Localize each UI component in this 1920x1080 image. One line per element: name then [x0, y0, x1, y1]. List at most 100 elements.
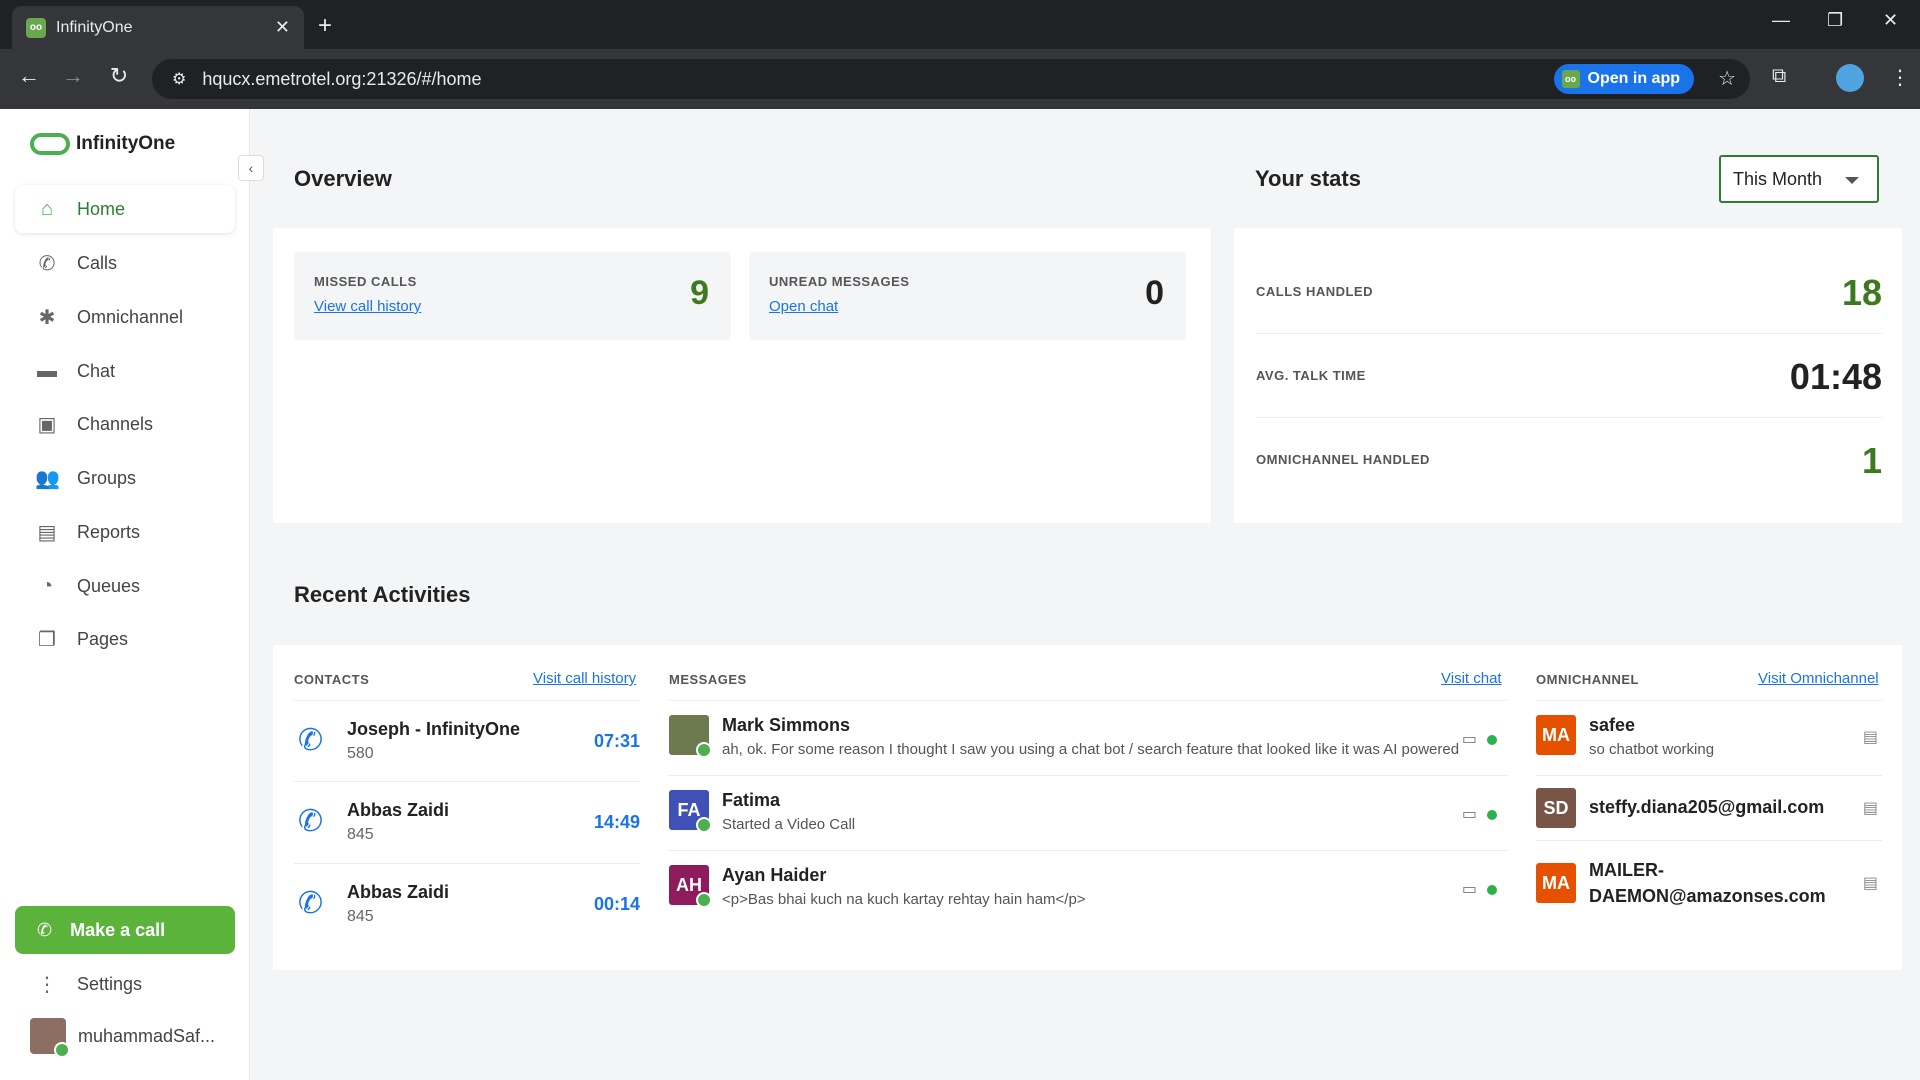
- extensions-icon[interactable]: ⧉: [1772, 65, 1786, 88]
- sidebar-item-reports[interactable]: ▤ Reports: [15, 508, 235, 556]
- reports-icon: ▤: [37, 521, 57, 544]
- profile-avatar[interactable]: [1836, 64, 1864, 92]
- omnichannel-name: MAILER-DAEMON@amazonses.com: [1589, 860, 1826, 906]
- open-chat-link[interactable]: Open chat: [769, 298, 838, 315]
- stat-row-calls-handled: CALLS HANDLED 18: [1256, 250, 1882, 334]
- new-tab-button[interactable]: +: [318, 12, 332, 40]
- avatar: FA: [669, 790, 712, 833]
- make-call-button[interactable]: ✆ Make a call: [15, 906, 235, 954]
- browser-menu-icon[interactable]: ⋮: [1890, 65, 1910, 90]
- recent-header: [273, 545, 1902, 645]
- avatar: SD: [1536, 788, 1576, 828]
- contact-row[interactable]: ✆ Abbas Zaidi 845 00:14: [294, 863, 640, 943]
- browser-tab[interactable]: oo InfinityOne ✕: [12, 6, 304, 49]
- sidebar-item-calls[interactable]: ✆ Calls: [15, 239, 235, 287]
- brand-name: InfinityOne: [76, 133, 176, 154]
- sidebar-item-omnichannel[interactable]: ✱ Omnichannel: [15, 293, 235, 341]
- omnichannel-name: steffy.diana205@gmail.com: [1589, 797, 1825, 817]
- avatar: AH: [669, 865, 712, 908]
- stat-row-omnichannel-handled: OMNICHANNEL HANDLED 1: [1256, 418, 1882, 502]
- hub-icon: ✱: [38, 306, 56, 329]
- sidebar-item-label: Omnichannel: [77, 306, 184, 327]
- stat-label: OMNICHANNEL HANDLED: [1256, 452, 1430, 467]
- visit-chat-link[interactable]: Visit chat: [1441, 670, 1502, 687]
- outgoing-call-icon: ✆: [298, 887, 324, 920]
- address-bar[interactable]: ⚙ hqucx.emetrotel.org:21326/#/home oo Op…: [152, 59, 1750, 99]
- online-status-dot: [1487, 735, 1497, 745]
- contact-ext: 845: [347, 826, 374, 843]
- message-preview: <p>Bas bhai kuch na kuch kartay rehtay h…: [722, 891, 1086, 908]
- sidebar-item-label: Reports: [77, 521, 141, 542]
- omnichannel-row[interactable]: MA safee so chatbot working ▤: [1536, 700, 1882, 770]
- make-call-label: Make a call: [70, 919, 166, 940]
- messages-heading: MESSAGES: [669, 672, 747, 687]
- forward-icon[interactable]: →: [58, 63, 88, 89]
- minimize-icon[interactable]: —: [1772, 10, 1790, 31]
- message-preview: Started a Video Call: [722, 816, 856, 833]
- contact-ext: 845: [347, 908, 374, 925]
- groups-icon: 👥: [35, 467, 60, 490]
- sidebar-item-settings[interactable]: ⋮ Settings: [15, 960, 235, 1008]
- sidebar-item-label: Groups: [77, 467, 137, 488]
- browser-toolbar: ← → ↻ ⚙ hqucx.emetrotel.org:21326/#/home…: [0, 49, 1920, 109]
- outgoing-call-icon: ✆: [298, 724, 324, 757]
- sidebar-item-chat[interactable]: ▬ Chat: [15, 347, 235, 395]
- contact-ext: 580: [347, 745, 374, 762]
- sidebar-item-queues[interactable]: ◔ Queues: [15, 562, 235, 610]
- online-status-dot: [1487, 885, 1497, 895]
- missed-calls-value: 9: [690, 274, 709, 312]
- open-in-app-button[interactable]: oo Open in app: [1553, 64, 1694, 94]
- period-select[interactable]: This Month: [1719, 155, 1879, 203]
- contact-row[interactable]: ✆ Abbas Zaidi 845 14:49: [294, 781, 640, 861]
- sidebar-item-pages[interactable]: ❐ Pages: [15, 615, 235, 663]
- avatar: [669, 715, 712, 758]
- pie-icon: ◔: [40, 574, 54, 597]
- visit-call-history-link[interactable]: Visit call history: [533, 670, 636, 687]
- sidebar: InfinityOne ‹ ⌂ Home ✆ Calls ✱ Omnichann…: [0, 109, 264, 1080]
- contact-name: Abbas Zaidi: [347, 800, 450, 820]
- missed-calls-stat: MISSED CALLS View call history 9: [294, 252, 731, 340]
- contact-name: Abbas Zaidi: [347, 882, 450, 902]
- view-call-history-link[interactable]: View call history: [314, 298, 421, 315]
- chat-icon: ▬: [37, 359, 57, 382]
- back-icon[interactable]: ←: [14, 63, 44, 89]
- contact-name: Joseph - InfinityOne: [347, 719, 521, 739]
- reload-icon[interactable]: ↻: [104, 63, 134, 89]
- message-row[interactable]: FA Fatima Started a Video Call ▭: [669, 775, 1507, 849]
- close-tab-icon[interactable]: ✕: [275, 17, 290, 38]
- phone-icon: ✆: [38, 252, 56, 275]
- overview-card: Overview MISSED CALLS View call history …: [273, 133, 1211, 523]
- sidebar-item-channels[interactable]: ▣ Channels: [15, 400, 235, 448]
- restore-icon[interactable]: ❐: [1827, 10, 1843, 31]
- visit-omnichannel-link[interactable]: Visit Omnichannel: [1758, 670, 1879, 687]
- unread-messages-label: UNREAD MESSAGES: [769, 274, 910, 289]
- omnichannel-heading: OMNICHANNEL: [1536, 672, 1639, 687]
- close-window-icon[interactable]: ✕: [1883, 10, 1898, 31]
- omnichannel-row[interactable]: SD steffy.diana205@gmail.com ▤: [1536, 775, 1882, 845]
- caret-down-icon: [1845, 177, 1859, 184]
- outgoing-call-icon: ✆: [298, 805, 324, 838]
- sidebar-item-label: Channels: [77, 413, 154, 434]
- message-row[interactable]: Mark Simmons ah, ok. For some reason I t…: [669, 700, 1507, 774]
- contact-row[interactable]: ✆ Joseph - InfinityOne 580 07:31: [294, 700, 640, 780]
- sidebar-item-label: Settings: [77, 973, 143, 994]
- message-row[interactable]: AH Ayan Haider <p>Bas bhai kuch na kuch …: [669, 850, 1507, 924]
- site-info-icon[interactable]: ⚙: [172, 69, 186, 89]
- bookmark-star-icon[interactable]: ☆: [1718, 66, 1736, 91]
- stats-title: Your stats: [1255, 166, 1361, 191]
- stat-label: CALLS HANDLED: [1256, 284, 1373, 299]
- sidebar-item-groups[interactable]: 👥 Groups: [15, 454, 235, 502]
- omnichannel-row[interactable]: MA MAILER-DAEMON@amazonses.com ▤: [1536, 840, 1882, 924]
- current-user[interactable]: muhammadSaf...: [30, 1018, 215, 1058]
- unread-messages-stat: UNREAD MESSAGES Open chat 0: [749, 252, 1186, 340]
- unread-messages-value: 0: [1145, 274, 1164, 312]
- call-duration: 00:14: [593, 894, 640, 914]
- channels-icon: ▣: [37, 413, 57, 436]
- pages-icon: ❐: [38, 628, 56, 651]
- collapse-sidebar-button[interactable]: ‹: [238, 155, 264, 181]
- overview-title: Overview: [294, 166, 392, 191]
- sidebar-item-home[interactable]: ⌂ Home: [15, 185, 235, 233]
- chat-icon: ▤: [1862, 875, 1878, 892]
- open-in-app-label: Open in app: [1587, 70, 1680, 87]
- contacts-heading: CONTACTS: [294, 672, 370, 687]
